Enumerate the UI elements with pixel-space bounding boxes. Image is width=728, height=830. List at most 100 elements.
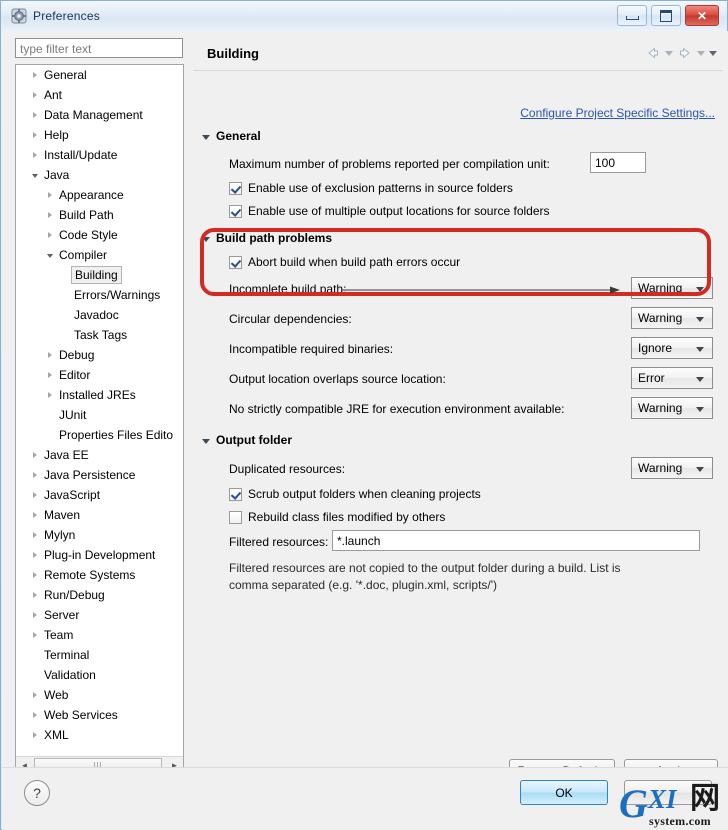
twisty-collapsed-icon[interactable] (28, 625, 42, 645)
sidebar-item-installed-jres[interactable]: Installed JREs (16, 385, 183, 405)
back-dropdown-chevron-down-icon[interactable] (665, 50, 673, 56)
twisty-collapsed-icon[interactable] (28, 565, 42, 585)
sidebar-item-web-services[interactable]: Web Services (16, 705, 183, 725)
sidebar-item-building[interactable]: Building (16, 265, 183, 285)
sidebar-item-properties-files-edito[interactable]: Properties Files Edito (16, 425, 183, 445)
incompatible-binaries-dropdown[interactable]: Ignore (631, 337, 713, 359)
twisty-collapsed-icon[interactable] (28, 85, 42, 105)
sidebar-item-team[interactable]: Team (16, 625, 183, 645)
sidebar-item-java-ee[interactable]: Java EE (16, 445, 183, 465)
sidebar-item-label: Java Persistence (44, 468, 136, 482)
twisty-collapsed-icon[interactable] (28, 445, 42, 465)
sidebar-item-ant[interactable]: Ant (16, 85, 183, 105)
incompatible-binaries-value: Ignore (638, 341, 673, 355)
filtered-resources-input[interactable]: *.launch (332, 530, 700, 551)
sidebar-item-editor[interactable]: Editor (16, 365, 183, 385)
minimize-button[interactable] (617, 5, 647, 26)
sidebar-item-terminal[interactable]: Terminal (16, 645, 183, 665)
sidebar-item-install-update[interactable]: Install/Update (16, 145, 183, 165)
sidebar-item-junit[interactable]: JUnit (16, 405, 183, 425)
sidebar-item-validation[interactable]: Validation (16, 665, 183, 685)
close-button[interactable]: ✕ (685, 5, 719, 26)
twisty-collapsed-icon[interactable] (28, 505, 42, 525)
sidebar-item-label: JUnit (59, 408, 87, 422)
sidebar-item-label: Plug-in Development (44, 548, 156, 562)
section-build-path-problems-twisty-icon[interactable] (202, 237, 210, 242)
sidebar-item-remote-systems[interactable]: Remote Systems (16, 565, 183, 585)
sidebar-item-code-style[interactable]: Code Style (16, 225, 183, 245)
title-separator (193, 70, 723, 71)
sidebar-item-errors-warnings[interactable]: Errors/Warnings (16, 285, 183, 305)
configure-project-specific-settings-link[interactable]: Configure Project Specific Settings... (520, 106, 715, 120)
sidebar-item-java[interactable]: Java (16, 165, 183, 185)
sidebar-item-plug-in-development[interactable]: Plug-in Development (16, 545, 183, 565)
section-output-folder-twisty-icon[interactable] (202, 439, 210, 444)
multiple-output-checkbox[interactable] (229, 205, 242, 218)
duplicated-resources-dropdown[interactable]: Warning (631, 457, 713, 479)
twisty-collapsed-icon[interactable] (28, 105, 42, 125)
ok-button[interactable]: OK (520, 780, 608, 805)
twisty-collapsed-icon[interactable] (28, 145, 42, 165)
twisty-collapsed-icon[interactable] (28, 545, 42, 565)
twisty-collapsed-icon[interactable] (43, 205, 57, 225)
output-overlaps-source-label: Output location overlaps source location… (229, 372, 446, 386)
forward-arrow-icon[interactable] (677, 45, 693, 61)
twisty-collapsed-icon[interactable] (43, 385, 57, 405)
twisty-collapsed-icon[interactable] (43, 185, 57, 205)
twisty-collapsed-icon[interactable] (28, 605, 42, 625)
twisty-collapsed-icon[interactable] (43, 225, 57, 245)
sidebar-item-data-management[interactable]: Data Management (16, 105, 183, 125)
help-icon[interactable]: ? (24, 780, 50, 806)
sidebar-item-mylyn[interactable]: Mylyn (16, 525, 183, 545)
incomplete-build-path-dropdown[interactable]: Warning (631, 277, 713, 299)
no-strict-jre-dropdown[interactable]: Warning (631, 397, 713, 419)
sidebar-item-maven[interactable]: Maven (16, 505, 183, 525)
sidebar-item-general[interactable]: General (16, 65, 183, 85)
twisty-collapsed-icon[interactable] (28, 465, 42, 485)
section-general[interactable]: General (202, 129, 261, 143)
maximize-restore-button[interactable] (651, 5, 681, 26)
sidebar-item-web[interactable]: Web (16, 685, 183, 705)
sidebar-item-xml[interactable]: XML (16, 725, 183, 745)
twisty-collapsed-icon[interactable] (28, 525, 42, 545)
sidebar-item-javadoc[interactable]: Javadoc (16, 305, 183, 325)
twisty-collapsed-icon[interactable] (28, 65, 42, 85)
view-menu-chevron-down-icon[interactable] (709, 50, 717, 56)
sidebar-item-task-tags[interactable]: Task Tags (16, 325, 183, 345)
twisty-collapsed-icon[interactable] (28, 725, 42, 745)
sidebar-item-server[interactable]: Server (16, 605, 183, 625)
section-output-folder[interactable]: Output folder (202, 433, 292, 447)
sidebar-item-run-debug[interactable]: Run/Debug (16, 585, 183, 605)
section-general-twisty-icon[interactable] (202, 135, 210, 140)
twisty-collapsed-icon[interactable] (43, 345, 57, 365)
circular-dependencies-dropdown[interactable]: Warning (631, 307, 713, 329)
abort-build-checkbox[interactable] (229, 256, 242, 269)
twisty-expanded-icon[interactable] (43, 245, 57, 265)
back-arrow-icon[interactable] (645, 45, 661, 61)
sidebar-item-compiler[interactable]: Compiler (16, 245, 183, 265)
sidebar-item-build-path[interactable]: Build Path (16, 205, 183, 225)
twisty-collapsed-icon[interactable] (28, 685, 42, 705)
sidebar-item-help[interactable]: Help (16, 125, 183, 145)
twisty-collapsed-icon[interactable] (28, 125, 42, 145)
sidebar-item-javascript[interactable]: JavaScript (16, 485, 183, 505)
twisty-collapsed-icon[interactable] (28, 485, 42, 505)
output-overlaps-source-dropdown[interactable]: Error (631, 367, 713, 389)
section-build-path-problems[interactable]: Build path problems (202, 231, 332, 245)
sidebar-item-appearance[interactable]: Appearance (16, 185, 183, 205)
forward-dropdown-chevron-down-icon[interactable] (697, 50, 705, 56)
scrub-output-folders-checkbox[interactable] (229, 488, 242, 501)
sidebar-item-java-persistence[interactable]: Java Persistence (16, 465, 183, 485)
rebuild-class-files-checkbox[interactable] (229, 511, 242, 524)
twisty-collapsed-icon[interactable] (28, 585, 42, 605)
preferences-tree[interactable]: General Ant Data Management Help Install/Upd… (15, 64, 184, 775)
search-input[interactable]: type filter text (15, 38, 183, 58)
max-problems-input[interactable]: 100 (590, 152, 646, 173)
twisty-collapsed-icon[interactable] (28, 705, 42, 725)
twisty-collapsed-icon[interactable] (43, 365, 57, 385)
chevron-down-icon (696, 287, 704, 292)
sidebar-item-debug[interactable]: Debug (16, 345, 183, 365)
twisty-expanded-icon[interactable] (28, 165, 42, 185)
exclusion-patterns-checkbox[interactable] (229, 182, 242, 195)
cancel-button[interactable] (624, 780, 712, 805)
